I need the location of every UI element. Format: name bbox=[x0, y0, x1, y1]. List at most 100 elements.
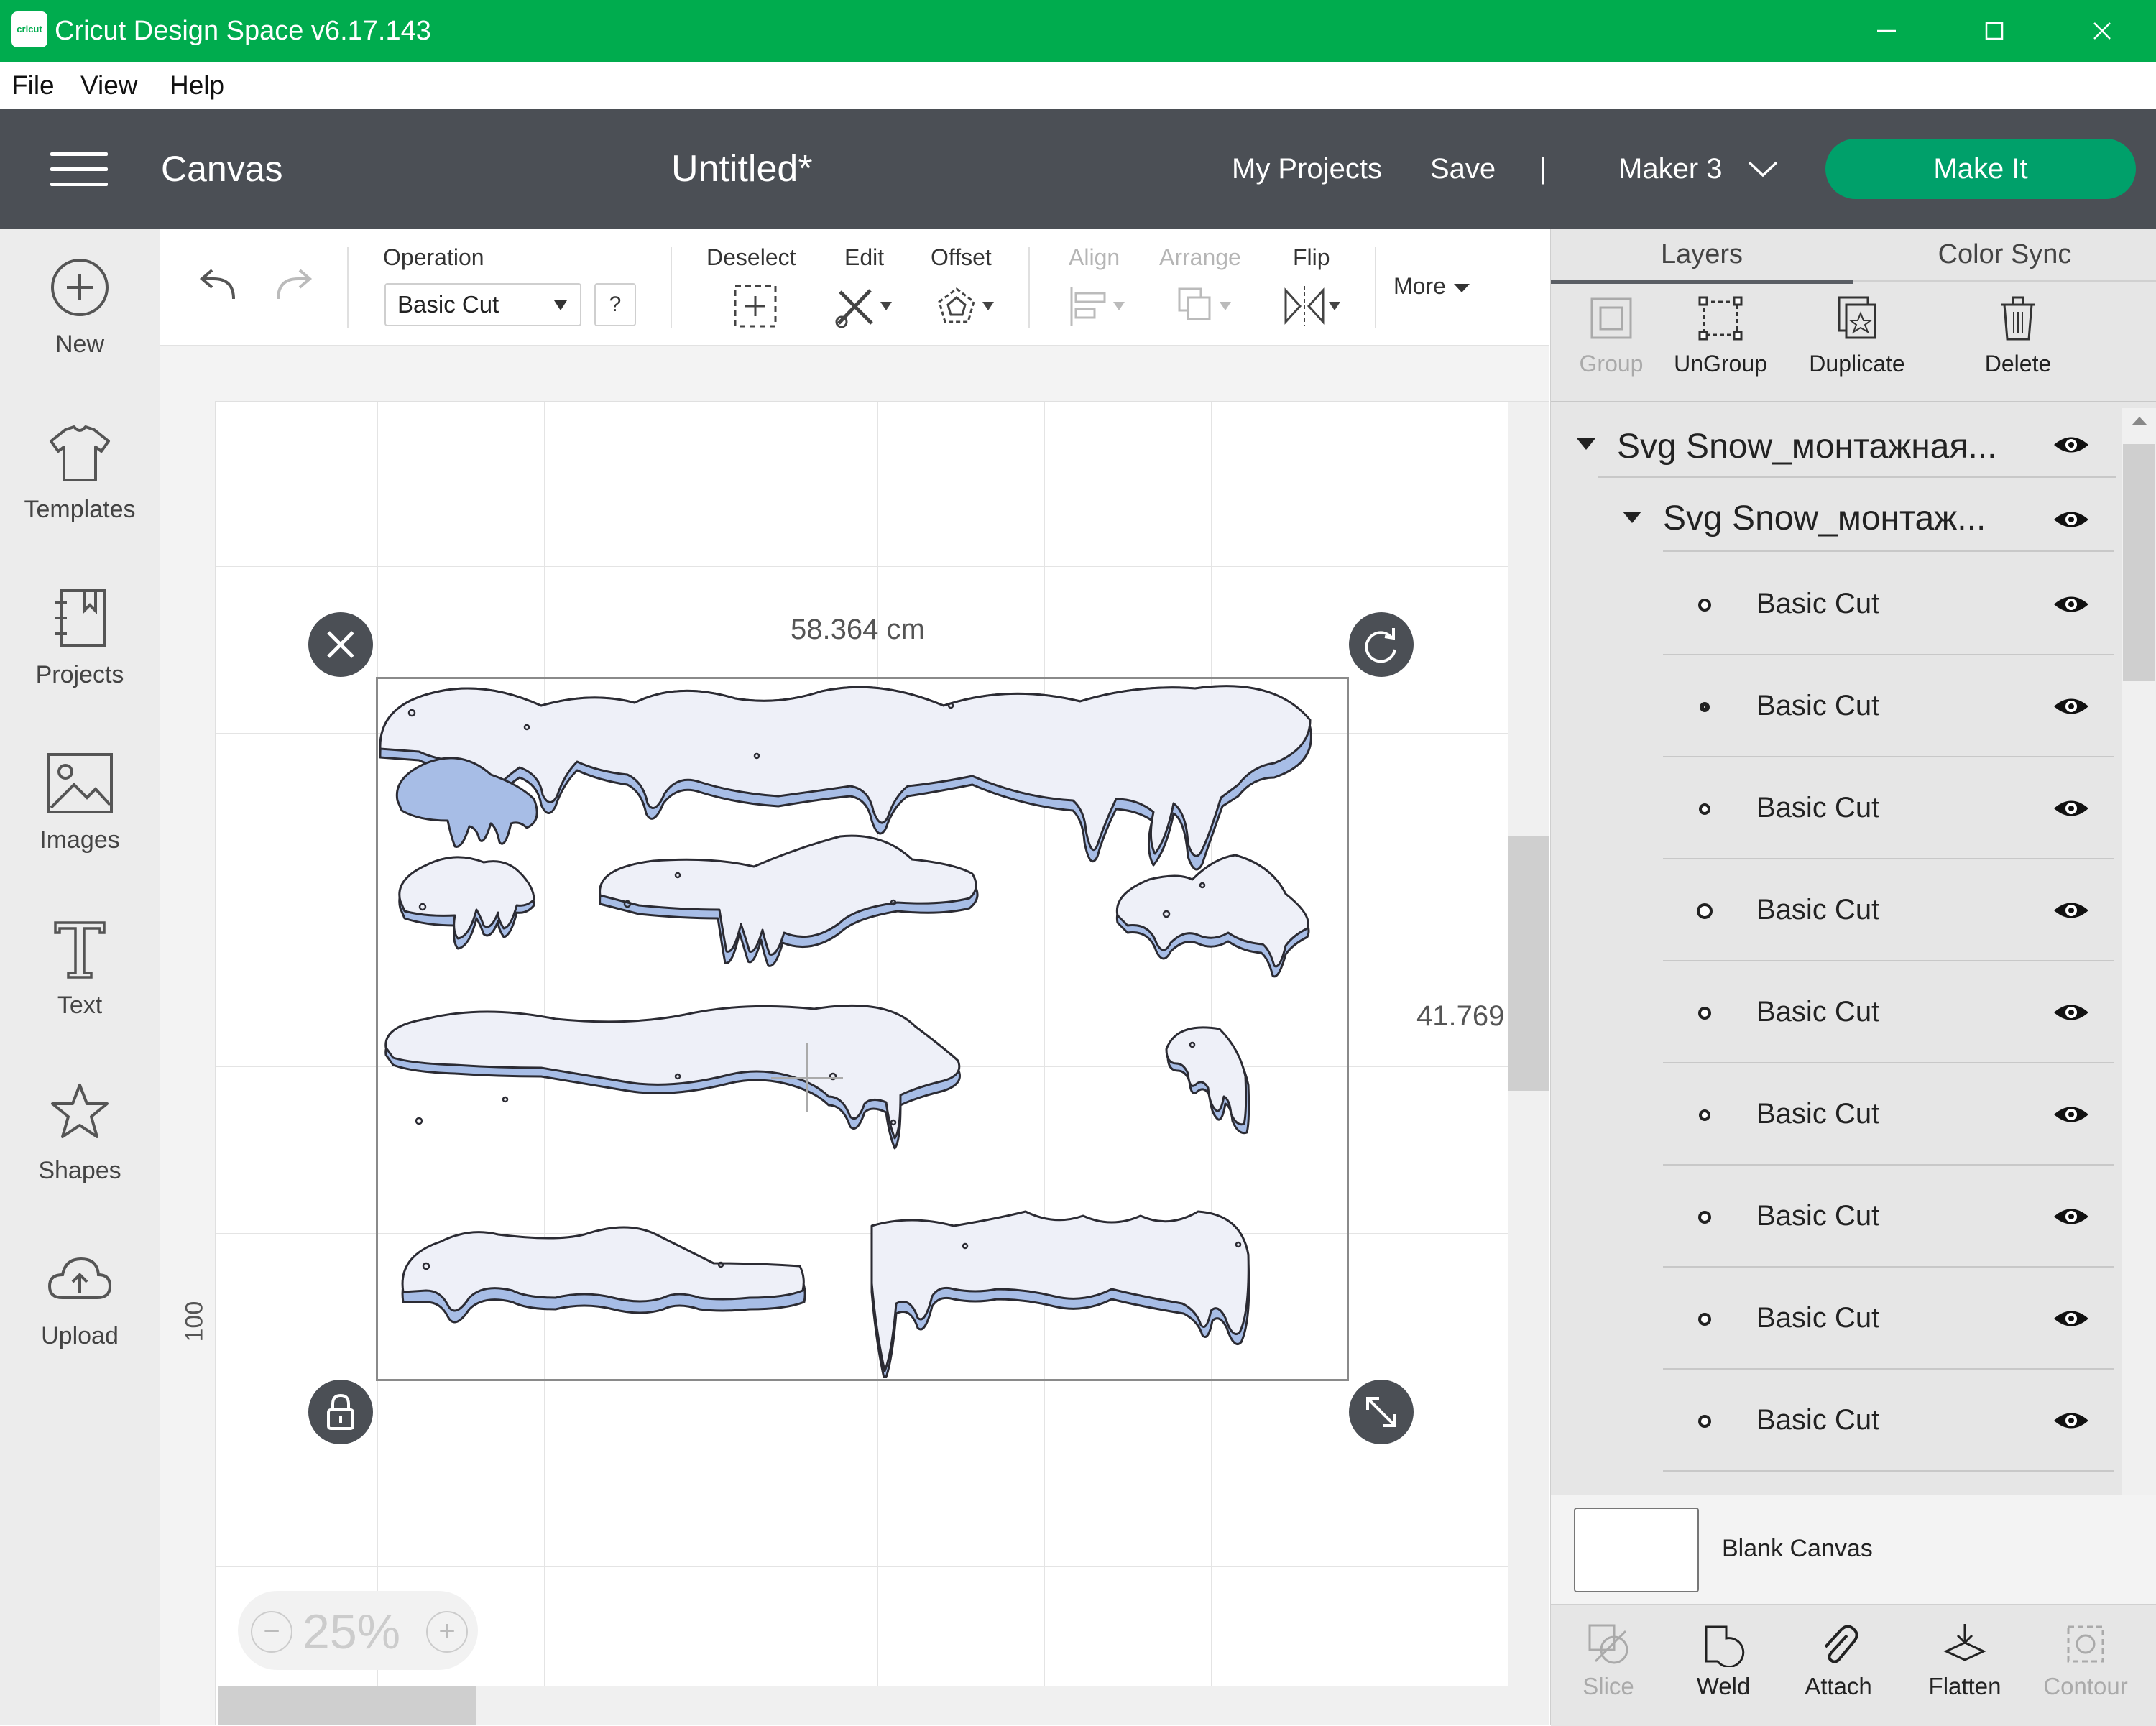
scrollbar-thumb[interactable] bbox=[1508, 836, 1549, 1091]
text-icon bbox=[44, 913, 116, 984]
blank-canvas-swatch[interactable] bbox=[1574, 1508, 1699, 1592]
layer-row[interactable]: Basic Cut bbox=[1551, 1371, 2140, 1472]
eye-icon[interactable] bbox=[2053, 796, 2090, 821]
eye-icon[interactable] bbox=[2053, 507, 2090, 532]
hamburger-menu-icon[interactable] bbox=[50, 152, 108, 187]
layer-subgroup-row[interactable]: Svg Snow_монтаж... bbox=[1551, 481, 2140, 553]
more-label: More bbox=[1393, 273, 1446, 299]
sidebar-item-text[interactable]: Text bbox=[0, 900, 160, 1065]
toolbar-divider bbox=[1375, 247, 1376, 328]
layer-color-dot-icon bbox=[1700, 702, 1710, 712]
edit-toolbar: Operation Basic Cut ? Deselect Edit Offs… bbox=[160, 229, 1549, 346]
layer-row[interactable]: Basic Cut bbox=[1551, 1269, 2140, 1370]
resize-handle-icon[interactable] bbox=[1349, 1380, 1414, 1444]
duplicate-button[interactable]: Duplicate bbox=[1792, 293, 1922, 377]
attach-button[interactable]: Attach bbox=[1781, 1621, 1896, 1700]
rotate-handle-icon[interactable] bbox=[1349, 612, 1414, 677]
layer-row[interactable]: Basic Cut bbox=[1551, 1167, 2140, 1268]
more-menu[interactable]: More bbox=[1393, 273, 1471, 300]
offset-icon[interactable] bbox=[934, 283, 998, 329]
layer-row[interactable]: Basic Cut bbox=[1551, 1065, 2140, 1166]
layer-row[interactable]: Basic Cut bbox=[1551, 759, 2140, 859]
row-divider bbox=[1663, 1266, 2114, 1268]
layer-color-dot-icon bbox=[1697, 903, 1713, 919]
scrollbar-thumb[interactable] bbox=[218, 1686, 476, 1725]
contour-label: Contour bbox=[2043, 1673, 2128, 1699]
make-it-button[interactable]: Make It bbox=[1825, 139, 2136, 199]
zoom-in-button[interactable]: + bbox=[426, 1611, 468, 1653]
undo-icon[interactable] bbox=[193, 264, 244, 308]
offset-label: Offset bbox=[931, 244, 992, 270]
row-divider bbox=[1663, 654, 2114, 655]
layer-name: Basic Cut bbox=[1756, 996, 1880, 1028]
flatten-icon bbox=[1942, 1621, 1988, 1667]
sidebar-label-shapes: Shapes bbox=[38, 1157, 121, 1184]
eye-icon[interactable] bbox=[2053, 1102, 2090, 1127]
menu-help[interactable]: Help bbox=[170, 62, 224, 109]
contour-button: Contour bbox=[2028, 1621, 2143, 1700]
row-divider bbox=[1663, 1164, 2114, 1166]
layer-row[interactable]: Basic Cut bbox=[1551, 555, 2140, 655]
eye-icon[interactable] bbox=[2053, 592, 2090, 617]
eye-icon[interactable] bbox=[2053, 1408, 2090, 1433]
eye-icon[interactable] bbox=[2053, 1204, 2090, 1229]
minimize-icon[interactable] bbox=[1833, 0, 1940, 62]
sidebar-item-projects[interactable]: Projects bbox=[0, 569, 160, 734]
layer-color-dot-icon bbox=[1698, 599, 1711, 612]
tab-layers[interactable]: Layers bbox=[1551, 229, 1853, 284]
operation-label: Operation bbox=[383, 244, 484, 270]
vertical-ruler bbox=[160, 401, 216, 1725]
flatten-button[interactable]: Flatten bbox=[1907, 1621, 2022, 1700]
eye-icon[interactable] bbox=[2053, 694, 2090, 719]
sidebar-item-templates[interactable]: Templates bbox=[0, 404, 160, 569]
weld-button[interactable]: Weld bbox=[1666, 1621, 1781, 1700]
layer-group-row[interactable]: Svg Snow_монтажная... bbox=[1551, 408, 2140, 480]
lock-handle-icon[interactable] bbox=[308, 1380, 373, 1444]
sidebar-label-templates: Templates bbox=[24, 496, 136, 523]
machine-selector[interactable]: Maker 3 bbox=[1618, 109, 1723, 229]
delete-handle-icon[interactable] bbox=[308, 612, 373, 677]
menu-view[interactable]: View bbox=[80, 62, 138, 109]
zoom-out-button[interactable]: − bbox=[251, 1611, 292, 1653]
attach-label: Attach bbox=[1805, 1673, 1872, 1699]
sidebar-item-upload[interactable]: Upload bbox=[0, 1230, 160, 1395]
operation-select[interactable]: Basic Cut bbox=[384, 283, 581, 326]
layer-color-dot-icon bbox=[1698, 1313, 1711, 1326]
layer-row[interactable]: Basic Cut bbox=[1551, 861, 2140, 961]
flip-icon[interactable] bbox=[1281, 283, 1346, 329]
eye-icon[interactable] bbox=[2053, 1306, 2090, 1331]
deselect-icon[interactable] bbox=[732, 283, 778, 329]
chevron-down-icon[interactable] bbox=[1746, 158, 1779, 180]
delete-button[interactable]: Delete bbox=[1961, 293, 2076, 377]
layer-row[interactable]: Basic Cut bbox=[1551, 963, 2140, 1063]
close-icon[interactable] bbox=[2048, 0, 2156, 62]
blank-canvas-row[interactable]: Blank Canvas bbox=[1551, 1495, 2156, 1604]
layer-row[interactable]: Basic Cut bbox=[1551, 657, 2140, 757]
maximize-icon[interactable] bbox=[1940, 0, 2048, 62]
sidebar-item-new[interactable]: New bbox=[0, 239, 160, 404]
horizontal-scrollbar[interactable] bbox=[218, 1686, 1508, 1725]
eye-icon[interactable] bbox=[2053, 898, 2090, 923]
my-projects-link[interactable]: My Projects bbox=[1232, 109, 1382, 229]
delete-label: Delete bbox=[1984, 351, 2052, 377]
operation-help-button[interactable]: ? bbox=[594, 283, 636, 326]
weld-icon bbox=[1700, 1621, 1746, 1667]
edit-tools-icon[interactable] bbox=[833, 283, 898, 329]
document-title[interactable]: Untitled* bbox=[671, 109, 813, 229]
redo-icon[interactable] bbox=[268, 264, 318, 308]
ungroup-button[interactable]: UnGroup bbox=[1656, 293, 1785, 377]
notebook-icon bbox=[44, 582, 116, 654]
vertical-scrollbar[interactable] bbox=[1508, 402, 1549, 1725]
app-logo: cricut bbox=[11, 11, 47, 47]
tab-color-sync[interactable]: Color Sync bbox=[1853, 229, 2156, 282]
eye-icon[interactable] bbox=[2053, 1000, 2090, 1025]
sidebar-item-images[interactable]: Images bbox=[0, 734, 160, 900]
sidebar-item-shapes[interactable]: Shapes bbox=[0, 1065, 160, 1230]
menu-file[interactable]: File bbox=[11, 62, 55, 109]
toolbar-divider bbox=[1028, 247, 1030, 328]
save-button[interactable]: Save bbox=[1430, 109, 1496, 229]
eye-icon[interactable] bbox=[2053, 433, 2090, 457]
canvas-area[interactable]: 100 58.364 cm 41.769 − 25% + bbox=[160, 346, 1549, 1725]
snow-artwork[interactable] bbox=[376, 677, 1346, 1378]
layer-color-dot-icon bbox=[1698, 1007, 1711, 1020]
